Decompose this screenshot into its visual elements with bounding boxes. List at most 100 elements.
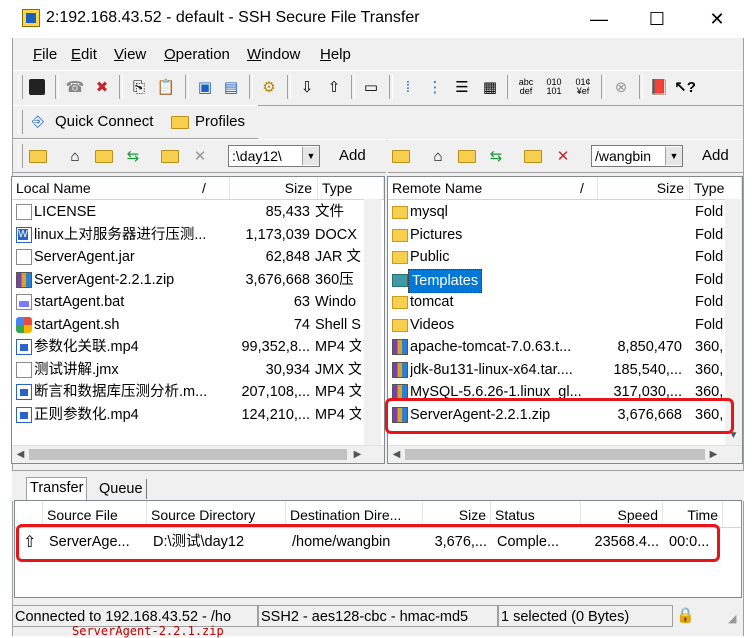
transfer-source-file-header[interactable]: Source File [43, 501, 147, 527]
remote-new-folder-icon[interactable] [524, 150, 542, 163]
remote-home-icon[interactable]: ⌂ [428, 146, 448, 166]
quick-connect-icon[interactable]: ⎆ [28, 111, 48, 131]
local-file-row[interactable]: linux上对服务器进行压测... 1,173,039 DOCX [12, 224, 362, 247]
local-refresh-icon[interactable]: ⇆ [123, 146, 143, 166]
list-view-icon[interactable]: ☰ [452, 77, 472, 97]
local-file-row[interactable]: ServerAgent-2.2.1.zip 3,676,668 360压 [12, 269, 362, 292]
help-book-icon[interactable]: 📕 [649, 77, 669, 97]
remote-refresh-icon[interactable]: ⇆ [486, 146, 506, 166]
large-icons-icon[interactable]: ⁞ [398, 77, 418, 97]
remote-file-row[interactable]: jdk-8u131-linux-x64.tar.... 185,540,... 36… [388, 359, 725, 382]
transfer-source-dir-header[interactable]: Source Directory [147, 501, 286, 527]
local-vertical-scrollbar[interactable] [364, 199, 381, 445]
view-mode-icon[interactable]: ▭ [361, 77, 381, 97]
remote-delete-icon[interactable]: ✕ [553, 146, 573, 166]
transfer-window-icon[interactable]: ▤ [221, 77, 241, 97]
remote-file-row[interactable]: Public Fold [388, 246, 725, 269]
local-parent-folder-icon[interactable] [95, 150, 113, 163]
local-horizontal-scrollbar[interactable]: ◀ ▶ [12, 445, 384, 463]
settings-icon[interactable]: ⚙ [259, 77, 279, 97]
transfer-dest-dir-header[interactable]: Destination Dire... [286, 501, 423, 527]
remote-horizontal-scrollbar[interactable]: ◀ ▶ [388, 445, 742, 463]
download-arrow-icon[interactable]: ⇩ [297, 77, 317, 97]
local-up-folder-icon[interactable] [29, 150, 47, 163]
remote-file-row[interactable]: Videos Fold [388, 314, 725, 337]
tab-queue[interactable]: Queue [96, 479, 147, 499]
toolbar-grip[interactable] [18, 144, 23, 168]
remote-file-pane[interactable]: Remote Name / Size Type mysql Fold Picture… [387, 176, 743, 464]
paste-icon[interactable]: 📋 [156, 77, 176, 97]
minimize-button[interactable]: — [576, 0, 622, 38]
save-icon[interactable] [27, 77, 47, 97]
local-path-combo[interactable]: :\day12\ ▼ [228, 145, 320, 167]
upload-arrow-icon[interactable]: ⇧ [324, 77, 344, 97]
menu-view[interactable]: View [114, 46, 146, 63]
remote-type-header[interactable]: Type [690, 177, 742, 199]
local-type-header[interactable]: Type [318, 177, 384, 199]
remote-file-row[interactable]: MySQL-5.6.26-1.linux_gl... 317,030,... 360… [388, 381, 725, 404]
local-file-row[interactable]: 断言和数据库压测分析.m... 207,108,... MP4 文 [12, 381, 362, 404]
local-file-row[interactable]: LICENSE 85,433 文件 [12, 201, 362, 224]
transfer-row[interactable]: ⇧ ServerAge... D:\测试\day12 /home/wangbin… [15, 531, 723, 555]
terminal-icon[interactable]: ▣ [195, 77, 215, 97]
local-delete-icon[interactable]: ✕ [190, 146, 210, 166]
remote-up-folder-icon[interactable] [392, 150, 410, 163]
local-file-row[interactable]: ServerAgent.jar 62,848 JAR 文 [12, 246, 362, 269]
tab-transfer[interactable]: Transfer [26, 477, 88, 500]
remote-parent-folder-icon[interactable] [458, 150, 476, 163]
remote-file-row[interactable]: apache-tomcat-7.0.63.t... 8,850,470 360, [388, 336, 725, 359]
menu-file[interactable]: File [33, 46, 57, 63]
local-file-row[interactable]: startAgent.bat 63 Windo [12, 291, 362, 314]
title-bar[interactable]: 2:192.168.43.52 - default - SSH Secure F… [0, 0, 756, 38]
disconnect-icon[interactable]: ✖ [92, 77, 112, 97]
transfer-size-header[interactable]: Size [423, 501, 491, 527]
ascii-mode-icon[interactable]: abc def [516, 77, 536, 97]
scroll-thumb[interactable] [405, 449, 705, 460]
transfer-status-header[interactable]: Status [491, 501, 581, 527]
local-file-row[interactable]: 参数化关联.mp4 99,352,8... MP4 文 [12, 336, 362, 359]
copy-icon[interactable]: ⎘ [129, 77, 149, 97]
transfer-time-header[interactable]: Time [663, 501, 723, 527]
menu-help[interactable]: Help [320, 46, 351, 63]
local-file-row[interactable]: 正则参数化.mp4 124,210,... MP4 文 [12, 404, 362, 427]
toolbar-grip[interactable] [18, 110, 23, 134]
remote-file-row[interactable]: Templates Fold [388, 268, 725, 293]
close-button[interactable]: ✕ [694, 0, 740, 38]
remote-file-row[interactable]: ServerAgent-2.2.1.zip 3,676,668 360, [388, 404, 725, 427]
maximize-button[interactable]: ☐ [634, 0, 680, 38]
chevron-down-icon[interactable]: ▼ [302, 147, 319, 165]
local-name-header[interactable]: Local Name / [12, 177, 230, 199]
remote-add-button[interactable]: Add [702, 147, 729, 164]
remote-file-row[interactable]: tomcat Fold [388, 291, 725, 314]
remote-name-header[interactable]: Remote Name / [388, 177, 598, 199]
toolbar-grip[interactable] [18, 75, 23, 99]
menu-edit[interactable]: Edit [71, 46, 97, 63]
scroll-right-icon[interactable]: ▶ [349, 446, 366, 463]
scroll-left-icon[interactable]: ◀ [388, 446, 405, 463]
transfer-speed-header[interactable]: Speed [581, 501, 663, 527]
small-icons-icon[interactable]: ⋮ [425, 77, 445, 97]
local-file-row[interactable]: 测试讲解.jmx 30,934 JMX 文 [12, 359, 362, 382]
transfer-list-pane[interactable]: Source File Source Directory Destination… [14, 500, 742, 598]
context-help-icon[interactable]: ↖? [674, 77, 696, 97]
scroll-down-icon[interactable]: ▼ [725, 427, 742, 444]
scroll-right-icon[interactable]: ▶ [705, 446, 722, 463]
local-home-icon[interactable]: ⌂ [65, 146, 85, 166]
scroll-thumb[interactable] [29, 449, 347, 460]
local-add-button[interactable]: Add [339, 147, 366, 164]
connect-icon[interactable]: ☎ [65, 77, 85, 97]
local-size-header[interactable]: Size [230, 177, 318, 199]
quick-connect-button[interactable]: Quick Connect [55, 113, 153, 130]
menu-window[interactable]: Window [247, 46, 300, 63]
remote-size-header[interactable]: Size [598, 177, 690, 199]
binary-mode-icon[interactable]: 010 101 [544, 77, 564, 97]
chevron-down-icon[interactable]: ▼ [665, 147, 682, 165]
remote-file-row[interactable]: mysql Fold [388, 201, 725, 224]
resize-grip-icon[interactable]: ◢ [728, 612, 742, 626]
scroll-left-icon[interactable]: ◀ [12, 446, 29, 463]
transfer-dir-header[interactable] [15, 501, 43, 527]
local-file-pane[interactable]: Local Name / Size Type LICENSE 85,433 文件 li… [11, 176, 385, 464]
stop-icon[interactable]: ⊗ [611, 77, 631, 97]
menu-operation[interactable]: Operation [164, 46, 230, 63]
profiles-button[interactable]: Profiles [195, 113, 245, 130]
